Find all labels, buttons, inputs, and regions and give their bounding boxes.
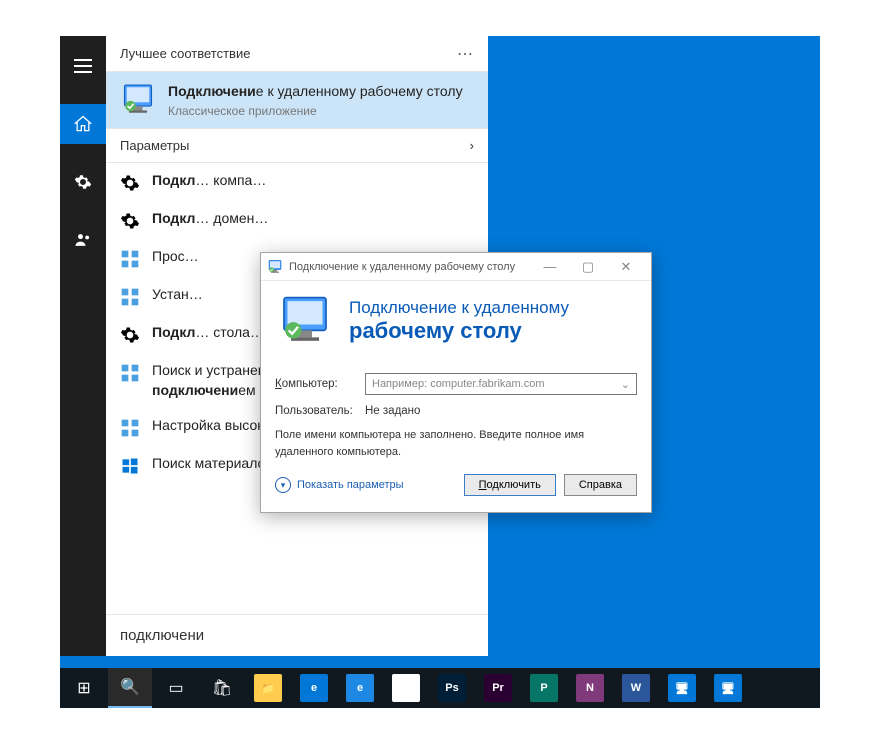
params-section[interactable]: Параметры ›	[106, 129, 488, 163]
chevron-right-icon: ›	[470, 138, 474, 153]
banner-line2: рабочему столу	[349, 318, 569, 344]
taskbar-store[interactable]: 🛍	[200, 668, 244, 708]
taskbar-app1[interactable]: 🖥	[660, 668, 704, 708]
result-text: Подкл… стола…	[152, 323, 264, 343]
settings-button[interactable]	[60, 162, 106, 202]
result-text: Подкл… компа…	[152, 171, 266, 191]
start-sidebar	[60, 36, 106, 656]
result-item[interactable]: Подкл… компа…	[106, 163, 488, 201]
best-match-subtitle: Классическое приложение	[168, 104, 463, 118]
result-icon	[120, 173, 140, 193]
result-icon	[120, 249, 140, 269]
best-match-item[interactable]: Подключение к удаленному рабочему столу …	[106, 72, 488, 129]
taskbar-search[interactable]: 🔍	[108, 668, 152, 708]
banner-line1: Подключение к удаленному	[349, 298, 569, 318]
search-box[interactable]	[106, 614, 488, 656]
taskbar-photoshop[interactable]: Ps	[430, 668, 474, 708]
result-icon	[120, 418, 140, 438]
people-icon	[73, 230, 93, 250]
chevron-down-icon: ⌄	[621, 378, 630, 391]
computer-combo[interactable]: Например: computer.fabrikam.com ⌄	[365, 373, 637, 395]
result-icon	[120, 287, 140, 307]
result-text: Поиск материалов	[152, 454, 273, 474]
home-button[interactable]	[60, 104, 106, 144]
rdc-icon	[120, 82, 156, 118]
rdc-titlebar[interactable]: Подключение к удаленному рабочему столу …	[261, 253, 651, 281]
taskbar-explorer[interactable]: 📁	[246, 668, 290, 708]
hamburger-button[interactable]	[60, 46, 106, 86]
search-header-title: Лучшее соответствие	[120, 46, 250, 61]
hint-text: Поле имени компьютера не заполнено. Введ…	[275, 427, 637, 460]
taskbar: ⊞🔍▭🛍📁ee◉PsPrPNW🖥🖥	[60, 668, 820, 708]
rdc-window: Подключение к удаленному рабочему столу …	[260, 252, 652, 513]
taskbar-premiere[interactable]: Pr	[476, 668, 520, 708]
show-params-link[interactable]: ▾ Показать параметры	[275, 477, 404, 493]
rdc-icon	[267, 259, 283, 275]
rdc-banner: Подключение к удаленному рабочему столу	[261, 281, 651, 367]
taskbar-publisher[interactable]: P	[522, 668, 566, 708]
result-text: Подкл… домен…	[152, 209, 268, 229]
user-value: Не задано	[365, 405, 420, 417]
rdc-title-text: Подключение к удаленному рабочему столу	[289, 261, 525, 273]
desktop-screen: Лучшее соответствие ⋯ Подключение к удал…	[60, 36, 820, 708]
result-text: Прос…	[152, 247, 199, 267]
taskbar-rdc[interactable]: 🖥	[706, 668, 750, 708]
connect-button[interactable]: Подключить	[464, 474, 556, 496]
user-label: Пользователь:	[275, 405, 355, 417]
taskbar-start[interactable]: ⊞	[62, 668, 106, 708]
help-button[interactable]: Справка	[564, 474, 637, 496]
search-header: Лучшее соответствие ⋯	[106, 36, 488, 72]
best-match-title: Подключение к удаленному рабочему столу	[168, 82, 463, 102]
result-icon	[120, 325, 140, 345]
taskbar-chrome[interactable]: ◉	[384, 668, 428, 708]
rdc-icon	[277, 293, 333, 349]
people-button[interactable]	[60, 220, 106, 260]
home-icon	[73, 114, 93, 134]
minimize-button[interactable]: —	[531, 253, 569, 281]
expand-icon: ▾	[275, 477, 291, 493]
search-input[interactable]	[120, 627, 474, 644]
close-button[interactable]: ✕	[607, 253, 645, 281]
result-item[interactable]: Подкл… домен…	[106, 201, 488, 239]
taskbar-word[interactable]: W	[614, 668, 658, 708]
taskbar-edge[interactable]: e	[292, 668, 336, 708]
result-icon	[120, 456, 140, 476]
result-icon	[120, 211, 140, 231]
computer-label: Компьютер:	[275, 378, 355, 390]
more-icon[interactable]: ⋯	[457, 44, 474, 64]
result-icon	[120, 363, 140, 383]
maximize-button[interactable]: ▢	[569, 253, 607, 281]
taskbar-ie[interactable]: e	[338, 668, 382, 708]
taskbar-taskview[interactable]: ▭	[154, 668, 198, 708]
taskbar-onenote[interactable]: N	[568, 668, 612, 708]
gear-icon	[74, 173, 92, 191]
result-text: Устан…	[152, 285, 203, 305]
